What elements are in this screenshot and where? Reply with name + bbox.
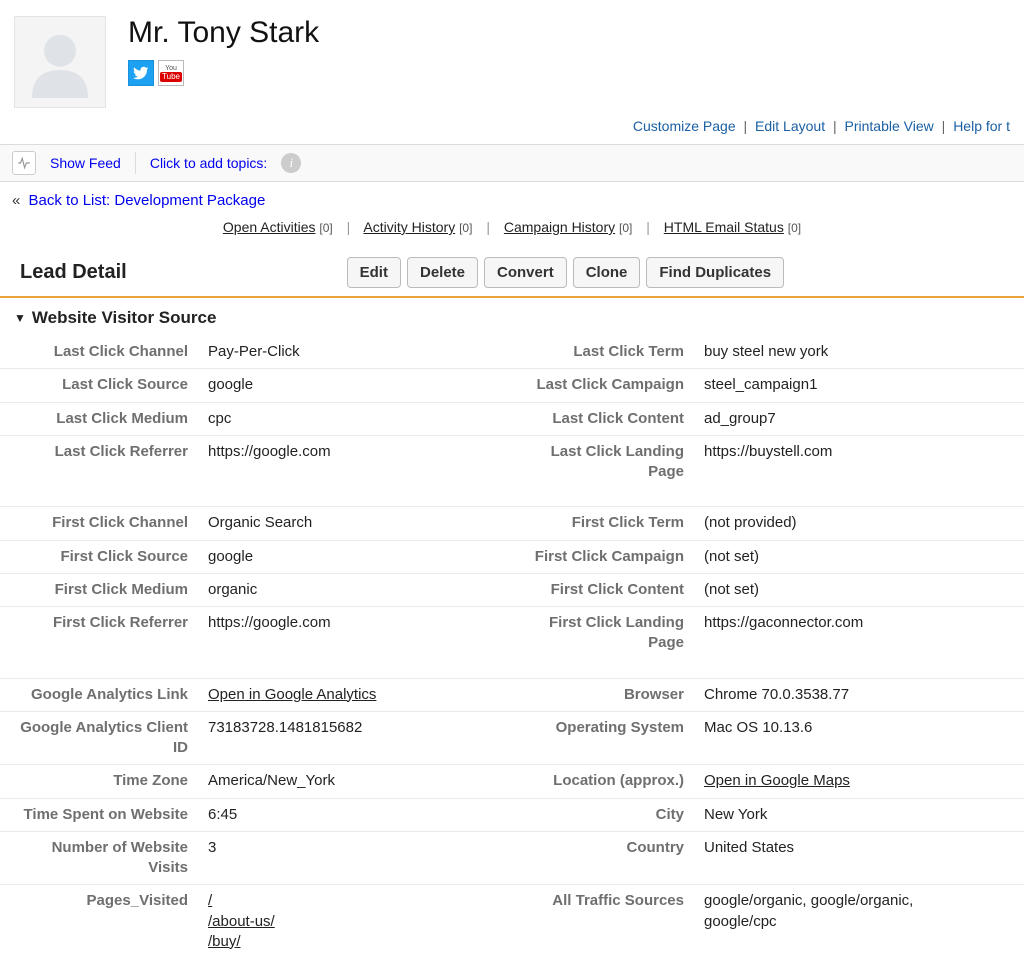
collapse-icon[interactable]: ▼ [14, 311, 26, 325]
field-value: Organic Search [200, 507, 516, 539]
field-value: 73183728.1481815682 [200, 712, 516, 765]
field-label: Last Click Medium [0, 403, 200, 435]
field-value: / /about-us/ /buy/ [200, 885, 516, 958]
page-visited-link[interactable]: / [208, 892, 212, 909]
field-label: Location (approx.) [516, 765, 696, 797]
field-value: Mac OS 10.13.6 [696, 712, 1012, 765]
field-value: America/New_York [200, 765, 516, 797]
detail-section-title: Lead Detail [20, 261, 127, 284]
field-value: https://google.com [200, 607, 516, 660]
pulse-icon[interactable] [12, 151, 36, 175]
field-label: First Click Campaign [516, 541, 696, 573]
field-label: Number of Website Visits [0, 832, 200, 885]
field-label: Browser [516, 679, 696, 711]
edit-layout-link[interactable]: Edit Layout [755, 118, 825, 134]
find-duplicates-button[interactable]: Find Duplicates [646, 257, 784, 288]
field-label: Operating System [516, 712, 696, 765]
field-label: First Click Term [516, 507, 696, 539]
field-value: cpc [200, 403, 516, 435]
clone-button[interactable]: Clone [573, 257, 641, 288]
field-label: First Click Channel [0, 507, 200, 539]
printable-view-link[interactable]: Printable View [845, 118, 934, 134]
field-label: Last Click Campaign [516, 369, 696, 401]
customize-page-link[interactable]: Customize Page [633, 118, 736, 134]
field-label: Time Spent on Website [0, 799, 200, 831]
section-heading: Website Visitor Source [32, 308, 217, 328]
field-label: Google Analytics Client ID [0, 712, 200, 765]
page-visited-link[interactable]: /buy/ [208, 933, 241, 950]
field-value: 6:45 [200, 799, 516, 831]
field-label: City [516, 799, 696, 831]
page-visited-link[interactable]: /about-us/ [208, 913, 275, 930]
field-value: google [200, 369, 516, 401]
open-maps-link[interactable]: Open in Google Maps [704, 772, 850, 789]
field-value: buy steel new york [696, 336, 1012, 368]
html-email-status-link[interactable]: HTML Email Status [664, 219, 784, 235]
field-label: Last Click Content [516, 403, 696, 435]
delete-button[interactable]: Delete [407, 257, 478, 288]
field-value: Pay-Per-Click [200, 336, 516, 368]
field-value: steel_campaign1 [696, 369, 1012, 401]
field-label: First Click Content [516, 574, 696, 606]
youtube-icon[interactable]: You Tube [158, 60, 184, 86]
field-value: (not set) [696, 574, 1012, 606]
field-value: (not set) [696, 541, 1012, 573]
field-value: organic [200, 574, 516, 606]
field-label: Time Zone [0, 765, 200, 797]
avatar [14, 16, 106, 108]
twitter-icon[interactable] [128, 60, 154, 86]
field-label: Pages_Visited [0, 885, 200, 958]
field-label: Country [516, 832, 696, 885]
field-label: Last Click Term [516, 336, 696, 368]
field-value: Chrome 70.0.3538.77 [696, 679, 1012, 711]
edit-button[interactable]: Edit [347, 257, 401, 288]
chevron-left-icon: « [12, 192, 20, 209]
field-value: New York [696, 799, 1012, 831]
field-value: google/organic, google/organic, google/c… [696, 885, 972, 958]
field-value: https://google.com [200, 436, 516, 489]
field-label: All Traffic Sources [516, 885, 696, 958]
page-title: Mr. Tony Stark [128, 16, 319, 50]
field-value: ad_group7 [696, 403, 1012, 435]
field-label: First Click Referrer [0, 607, 200, 660]
open-activities-link[interactable]: Open Activities [223, 219, 316, 235]
field-label: Google Analytics Link [0, 679, 200, 711]
field-label: First Click Medium [0, 574, 200, 606]
field-value: https://gaconnector.com [696, 607, 1012, 660]
add-topics-link[interactable]: Click to add topics: [150, 155, 268, 171]
field-label: First Click Landing Page [516, 607, 696, 660]
field-value: google [200, 541, 516, 573]
info-icon[interactable]: i [281, 153, 301, 173]
field-value: (not provided) [696, 507, 1012, 539]
activity-history-link[interactable]: Activity History [363, 219, 455, 235]
field-value: 3 [200, 832, 516, 885]
open-ga-link[interactable]: Open in Google Analytics [208, 686, 376, 703]
campaign-history-link[interactable]: Campaign History [504, 219, 615, 235]
field-value: United States [696, 832, 1012, 885]
help-link[interactable]: Help for t [953, 118, 1010, 134]
field-label: First Click Source [0, 541, 200, 573]
field-label: Last Click Landing Page [516, 436, 696, 489]
field-label: Last Click Source [0, 369, 200, 401]
convert-button[interactable]: Convert [484, 257, 567, 288]
field-value: https://buystell.com [696, 436, 1012, 489]
show-feed-link[interactable]: Show Feed [50, 155, 121, 171]
field-label: Last Click Channel [0, 336, 200, 368]
field-label: Last Click Referrer [0, 436, 200, 489]
back-to-list-link[interactable]: Back to List: Development Package [29, 192, 266, 209]
